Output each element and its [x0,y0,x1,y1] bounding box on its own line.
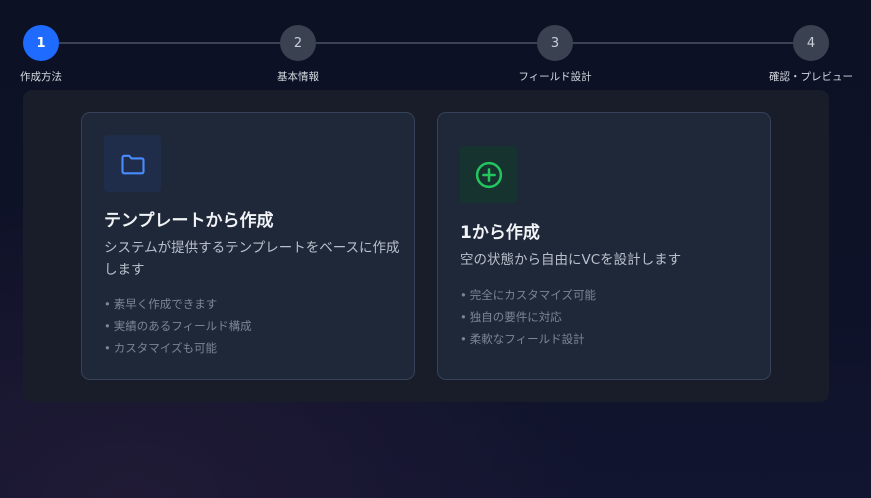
folder-icon [120,154,145,174]
step-connector [59,42,280,44]
scratch-option-card[interactable]: 1から作成 空の状態から自由にVCを設計します • 完全にカスタマイズ可能 • 独自… [437,112,771,380]
list-item: • 完全にカスタマイズ可能 [460,288,596,302]
step-3-label: フィールド設計 [518,71,592,83]
template-feature-list: • 素早く作成できます • 実績のあるフィールド構成 • カスタマイズも可能 [104,293,252,359]
step-connector [316,42,537,44]
scratch-feature-list: • 完全にカスタマイズ可能 • 独自の要件に対応 • 柔軟なフィールド設計 [460,284,596,350]
template-option-description: システムが提供するテンプレートをベースに作成します [104,240,400,278]
step-connector [573,42,793,44]
step-2-label: 基本情報 [277,71,319,83]
scratch-option-description: 空の状態から自由にVCを設計します [460,252,682,268]
step-4-indicator[interactable]: 4 [793,25,829,61]
list-item: • 素早く作成できます [104,297,218,311]
step-2-indicator[interactable]: 2 [280,25,316,61]
plus-circle-icon [475,161,502,188]
list-item: • 独自の要件に対応 [460,310,562,324]
template-option-title: テンプレートから作成 [104,211,274,231]
stepper: 1 2 3 4 作成方法 基本情報 フィールド設計 確認・プレビュー [0,0,871,90]
step-1-indicator[interactable]: 1 [23,25,59,61]
template-option-card[interactable]: テンプレートから作成 システムが提供するテンプレートをベースに作成します • 素早… [81,112,415,380]
step-1-label: 作成方法 [20,71,62,83]
scratch-option-title: 1から作成 [460,223,540,243]
list-item: • 柔軟なフィールド設計 [460,332,585,346]
step-3-indicator[interactable]: 3 [537,25,573,61]
step-4-label: 確認・プレビュー [769,71,853,83]
template-icon-box [104,135,161,192]
scratch-icon-box [460,146,517,203]
list-item: • カスタマイズも可能 [104,341,217,355]
list-item: • 実績のあるフィールド構成 [104,319,252,333]
